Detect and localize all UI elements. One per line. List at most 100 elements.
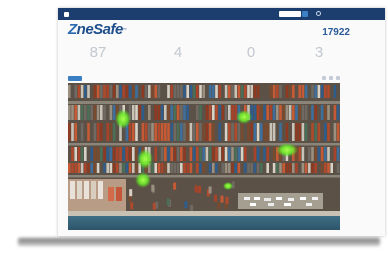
container-stack <box>183 105 186 120</box>
container-stack <box>106 163 109 173</box>
container-stack <box>221 163 225 173</box>
container-stack <box>228 105 231 120</box>
logo-wordmark: neSafe <box>76 21 124 38</box>
container-stack <box>128 147 132 161</box>
container-stack <box>96 147 100 161</box>
container-stack <box>71 123 74 141</box>
container-stack <box>132 147 135 161</box>
container-stack <box>266 163 269 173</box>
container-stack <box>160 123 164 141</box>
container-stack <box>68 123 71 141</box>
container-stack <box>164 105 167 120</box>
container-stack <box>228 123 231 141</box>
heat-hotspot[interactable] <box>135 172 151 188</box>
container-stack <box>320 105 324 120</box>
container-stack <box>103 147 106 161</box>
container-stack <box>157 123 161 141</box>
zonesafe-mark-icon <box>64 11 69 17</box>
container-stack <box>301 123 305 141</box>
container-stack <box>116 85 119 98</box>
container-stack <box>87 163 90 173</box>
water <box>68 216 340 230</box>
container-stack <box>141 85 145 98</box>
container-stack <box>215 105 218 120</box>
container-stack <box>336 105 340 120</box>
brand[interactable] <box>64 11 69 17</box>
container-stack <box>135 123 138 141</box>
container-stack <box>217 202 221 210</box>
heat-hotspot[interactable] <box>236 110 252 124</box>
container-stack <box>205 123 209 141</box>
heat-hotspot[interactable] <box>115 109 131 129</box>
container-stack <box>87 85 90 98</box>
container-stack <box>224 163 228 173</box>
stat-value: 87 <box>89 44 107 61</box>
container-stack <box>148 123 151 141</box>
container-stack <box>132 123 135 141</box>
heat-hotspot[interactable] <box>137 149 153 169</box>
container-stack <box>244 163 247 173</box>
container-stack <box>292 123 295 141</box>
settings-gear-icon[interactable] <box>316 11 321 16</box>
stat-card: 3 <box>284 43 354 61</box>
container-stack <box>320 163 324 173</box>
container-stack <box>269 105 273 120</box>
aerial-port-heatmap[interactable] <box>68 83 340 230</box>
container-stack <box>93 147 97 161</box>
container-stack <box>301 105 305 120</box>
container-stack <box>180 147 183 161</box>
yard-road <box>68 143 340 146</box>
logo-letter-z: Z <box>68 21 77 38</box>
container-stack <box>96 123 100 141</box>
container-stack <box>80 123 84 141</box>
container-stack <box>74 163 77 173</box>
container-stack <box>135 105 138 120</box>
container-stack <box>304 123 308 141</box>
container-stack <box>311 123 314 141</box>
container-stack <box>186 85 189 98</box>
container-stack <box>336 123 340 141</box>
container-stack <box>109 85 113 98</box>
stat-value: 3 <box>314 44 324 61</box>
heat-hotspot[interactable] <box>276 143 298 157</box>
stat-value: 4 <box>173 44 183 61</box>
container-stack <box>215 147 218 161</box>
container-stack <box>109 105 113 120</box>
container-stack <box>266 123 269 141</box>
container-stack <box>314 105 317 120</box>
search-input[interactable] <box>279 11 301 17</box>
container-stack <box>282 105 285 120</box>
container-stack <box>202 85 205 98</box>
container-stack <box>192 123 196 141</box>
map-control-icon[interactable] <box>322 76 326 80</box>
container-stack <box>212 147 215 161</box>
container-stack <box>256 147 260 161</box>
map-action-button[interactable] <box>68 76 82 81</box>
container-stack <box>160 147 164 161</box>
container-stack <box>199 147 202 161</box>
container-stack <box>109 123 113 141</box>
container-stack <box>333 85 337 98</box>
container-stack <box>215 163 218 173</box>
heat-hotspot[interactable] <box>223 182 233 190</box>
container-stack <box>167 163 170 173</box>
search-button[interactable] <box>302 11 308 17</box>
container-stack <box>154 105 157 120</box>
container-stack <box>298 105 301 120</box>
container-stack <box>166 198 170 206</box>
container-stack <box>135 85 138 98</box>
container-stack <box>68 163 71 173</box>
container-stack <box>196 85 199 98</box>
container-stack <box>198 186 202 193</box>
map-control-icon[interactable] <box>329 76 333 80</box>
container-stack <box>132 163 135 173</box>
stat-value: 0 <box>246 44 256 61</box>
container-stack <box>205 105 209 120</box>
container-stack <box>151 184 155 192</box>
container-stack <box>288 163 292 173</box>
container-stack <box>100 123 103 141</box>
map-control-icon[interactable] <box>336 76 340 80</box>
container-stack <box>74 123 77 141</box>
container-stack <box>74 147 77 161</box>
container-stack <box>93 85 97 98</box>
